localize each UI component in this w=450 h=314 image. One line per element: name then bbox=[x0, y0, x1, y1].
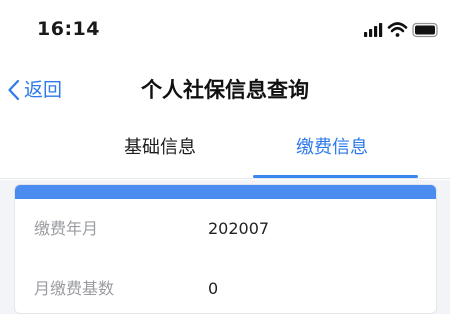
status-time: 16:14 bbox=[37, 18, 100, 40]
wifi-icon bbox=[387, 22, 408, 37]
tab-divider bbox=[0, 178, 450, 179]
header-area: 16:14 返回 个人社保信息查询 基础信息 缴费信息 bbox=[0, 0, 450, 180]
tab-bar: 基础信息 缴费信息 bbox=[0, 126, 450, 180]
status-icons bbox=[360, 18, 450, 40]
field-row-payment-month: 缴费年月 202007 bbox=[15, 214, 436, 244]
page-title: 个人社保信息查询 bbox=[141, 78, 309, 102]
battery-icon bbox=[412, 22, 438, 38]
tab-payment-info[interactable]: 缴费信息 bbox=[296, 136, 368, 160]
navigation-bar: 返回 个人社保信息查询 bbox=[0, 68, 450, 112]
cellular-signal-icon bbox=[364, 23, 383, 37]
payment-record-card: 缴费年月 202007 月缴费基数 0 bbox=[14, 184, 437, 314]
card-header-bar bbox=[15, 185, 436, 199]
field-label: 缴费年月 bbox=[34, 219, 99, 238]
tab-basic-info[interactable]: 基础信息 bbox=[124, 136, 196, 160]
field-value: 202007 bbox=[208, 219, 270, 238]
